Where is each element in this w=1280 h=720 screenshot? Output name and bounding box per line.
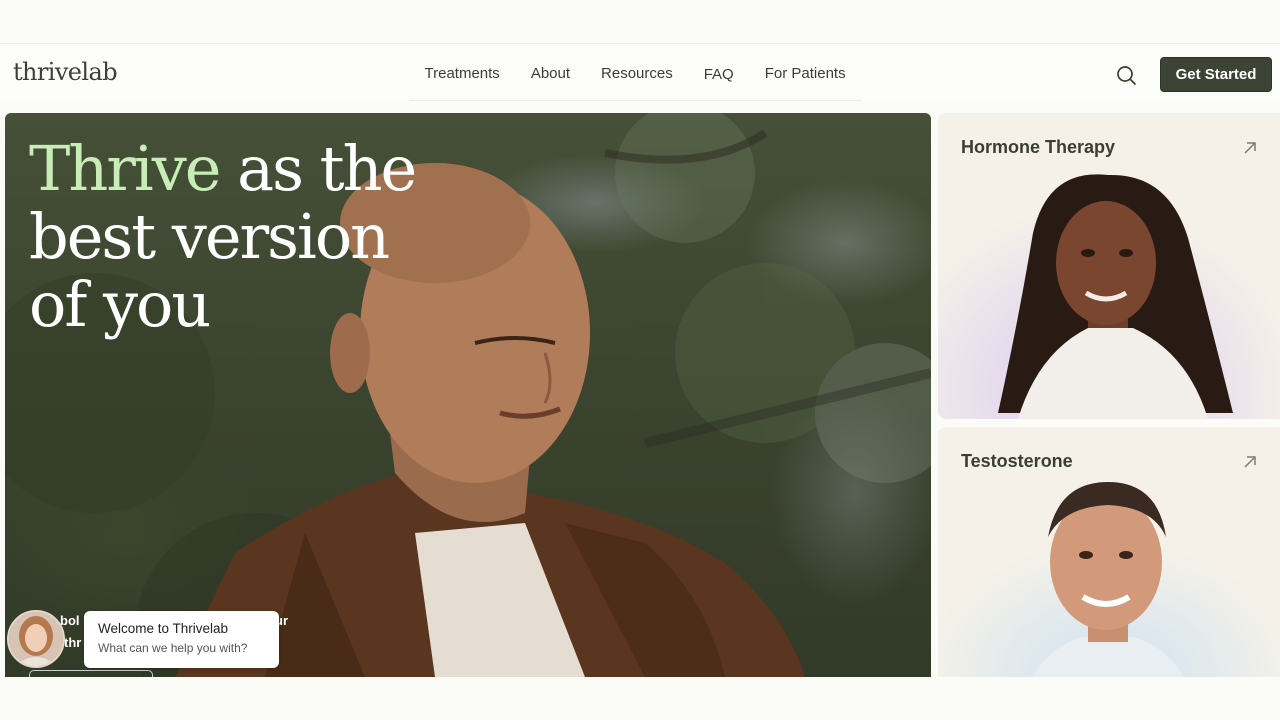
search-icon (1117, 66, 1136, 85)
chat-title: Welcome to Thrivelab (98, 621, 229, 636)
nav-divider (409, 100, 861, 101)
logo[interactable]: thrivelab (13, 58, 118, 86)
hormone-therapy-photo (938, 113, 1280, 419)
assistant-avatar (9, 612, 63, 666)
chat-subtitle: What can we help you with? (98, 641, 248, 655)
headline-line1: as the (219, 132, 417, 205)
nav-item-about[interactable]: About (515, 65, 585, 82)
headline-line2: best version (29, 200, 390, 273)
headline-line3: of you (29, 268, 211, 341)
obscured-text: thr (64, 635, 82, 650)
card-title: Testosterone (961, 451, 1073, 471)
card-hormone-therapy[interactable]: Hormone Therapy (938, 113, 1280, 419)
nav-item-resources[interactable]: Resources (586, 65, 689, 82)
arrow-up-right-icon (1244, 142, 1256, 154)
site-header: thrivelab Treatments About Resources FAQ… (0, 45, 1280, 101)
headline-accent: Thrive (29, 132, 221, 205)
nav-item-for-patients[interactable]: For Patients (749, 65, 861, 82)
search-button[interactable] (1113, 62, 1139, 88)
browser-top-strip (0, 0, 1280, 44)
main-nav: Treatments About Resources FAQ For Patie… (409, 45, 861, 101)
card-title: Hormone Therapy (961, 137, 1116, 157)
hero-banner: Thrive as the best version of you (5, 113, 931, 677)
nav-item-treatments[interactable]: Treatments (409, 65, 515, 82)
chat-avatar[interactable] (7, 610, 65, 668)
chat-welcome-bubble[interactable]: Welcome to Thrivelab What can we help yo… (84, 611, 279, 668)
arrow-up-right-icon (1244, 456, 1256, 468)
card-testosterone[interactable]: Testosterone (938, 427, 1280, 677)
nav-item-faq[interactable]: FAQ (688, 66, 749, 83)
page-bottom-strip (0, 677, 1280, 720)
obscured-text: bol (60, 613, 80, 628)
get-started-button[interactable]: Get Started (1160, 57, 1272, 92)
hero-headline: Thrive as the best version of you (29, 132, 417, 341)
